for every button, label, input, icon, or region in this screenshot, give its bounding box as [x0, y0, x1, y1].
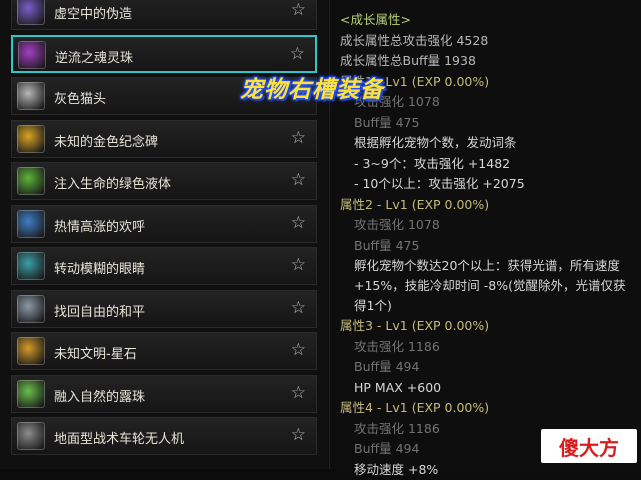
- equipment-item-row[interactable]: 虚空中的伪造 ☆: [11, 0, 317, 30]
- property-2-attack: 攻击强化 1078: [340, 215, 640, 236]
- equipment-item-name: 热情高涨的欢呼: [54, 216, 145, 235]
- equipment-item-row[interactable]: 找回自由的和平 ☆: [11, 290, 317, 328]
- watermark-logo: 傻大方: [541, 429, 637, 463]
- property-3-attack: 攻击强化 1186: [340, 337, 640, 358]
- equipment-item-row[interactable]: 地面型战术车轮无人机 ☆: [11, 417, 317, 455]
- growth-attributes-title: <成长属性>: [340, 10, 640, 31]
- property-3-buff: Buff量 494: [340, 357, 640, 378]
- equipment-item-row[interactable]: 融入自然的露珠 ☆: [11, 375, 317, 413]
- equipment-item-name: 融入自然的露珠: [54, 386, 145, 405]
- equipment-item-list: 虚空中的伪造☆逆流之魂灵珠☆灰色猫头☆未知的金色纪念碑☆注入生命的绿色液体☆热情…: [11, 0, 317, 460]
- equipment-item-row[interactable]: 未知的金色纪念碑 ☆: [11, 120, 317, 158]
- dewdrop-icon: [17, 380, 45, 408]
- freedom-peace-icon: [17, 295, 45, 323]
- favorite-star-icon[interactable]: ☆: [291, 170, 306, 190]
- favorite-star-icon[interactable]: ☆: [291, 425, 306, 445]
- wheel-drone-icon: [17, 422, 45, 450]
- property-1-buff: Buff量 475: [340, 113, 640, 134]
- equipment-item-row[interactable]: 逆流之魂灵珠 ☆: [11, 35, 317, 73]
- equipment-item-row[interactable]: 转动模糊的眼睛 ☆: [11, 247, 317, 285]
- property-3-effect-1: HP MAX +600: [340, 378, 640, 399]
- favorite-star-icon[interactable]: ☆: [291, 340, 306, 360]
- favorite-star-icon[interactable]: ☆: [291, 0, 306, 20]
- property-2-buff: Buff量 475: [340, 236, 640, 257]
- equipment-item-row[interactable]: 未知文明-星石 ☆: [11, 332, 317, 370]
- favorite-star-icon[interactable]: ☆: [291, 213, 306, 233]
- void-forge-icon: [17, 0, 45, 25]
- equipment-item-row[interactable]: 热情高涨的欢呼 ☆: [11, 205, 317, 243]
- property-1-effect-2: - 3~9个：攻击强化 +1482: [340, 154, 640, 175]
- property-1-attack: 攻击强化 1078: [340, 92, 640, 113]
- blurry-eye-icon: [17, 252, 45, 280]
- equipment-item-name: 逆流之魂灵珠: [55, 47, 133, 66]
- golden-monument-icon: [17, 125, 45, 153]
- favorite-star-icon[interactable]: ☆: [291, 383, 306, 403]
- property-1-effect-1: 根据孵化宠物个数，发动词条: [340, 133, 640, 154]
- green-liquid-icon: [17, 167, 45, 195]
- property-2-effect-1: 孵化宠物个数达20个以上：获得光谱，所有速度 +15%，技能冷却时间 -8%(觉…: [340, 256, 626, 316]
- property-3-header: 属性3 - Lv1 (EXP 0.00%): [340, 316, 640, 337]
- property-4-header: 属性4 - Lv1 (EXP 0.00%): [340, 398, 640, 419]
- cheer-icon: [17, 210, 45, 238]
- favorite-star-icon[interactable]: ☆: [290, 44, 305, 64]
- equipment-item-name: 找回自由的和平: [54, 301, 145, 320]
- equipment-item-name: 注入生命的绿色液体: [54, 173, 171, 192]
- stat-lines: <成长属性> 成长属性总攻击强化 4528 成长属性总Buff量 1938 属性…: [340, 10, 640, 480]
- favorite-star-icon[interactable]: ☆: [291, 128, 306, 148]
- pet-right-slot-equipment-title: 宠物右槽装备: [240, 70, 384, 104]
- equipment-item-name: 地面型战术车轮无人机: [54, 428, 184, 447]
- property-1-effect-3: - 10个以上：攻击强化 +2075: [340, 174, 640, 195]
- favorite-star-icon[interactable]: ☆: [291, 298, 306, 318]
- star-stone-icon: [17, 337, 45, 365]
- property-2-header: 属性2 - Lv1 (EXP 0.00%): [340, 195, 640, 216]
- equipment-item-name: 虚空中的伪造: [54, 3, 132, 22]
- total-buff-line: 成长属性总Buff量 1938: [340, 51, 640, 72]
- property-1-header: 属性1 - Lv1 (EXP 0.00%): [340, 72, 640, 93]
- equipment-item-name: 未知的金色纪念碑: [54, 131, 158, 150]
- soul-orb-icon: [18, 41, 46, 69]
- equipment-item-name: 未知文明-星石: [54, 343, 137, 362]
- equipment-item-name: 转动模糊的眼睛: [54, 258, 145, 277]
- equipment-item-name: 灰色猫头: [54, 88, 106, 107]
- favorite-star-icon[interactable]: ☆: [291, 255, 306, 275]
- total-attack-line: 成长属性总攻击强化 4528: [340, 31, 640, 52]
- watermark-text: 傻大方: [559, 432, 619, 461]
- gray-cat-head-icon: [17, 82, 45, 110]
- equipment-item-row[interactable]: 注入生命的绿色液体 ☆: [11, 162, 317, 200]
